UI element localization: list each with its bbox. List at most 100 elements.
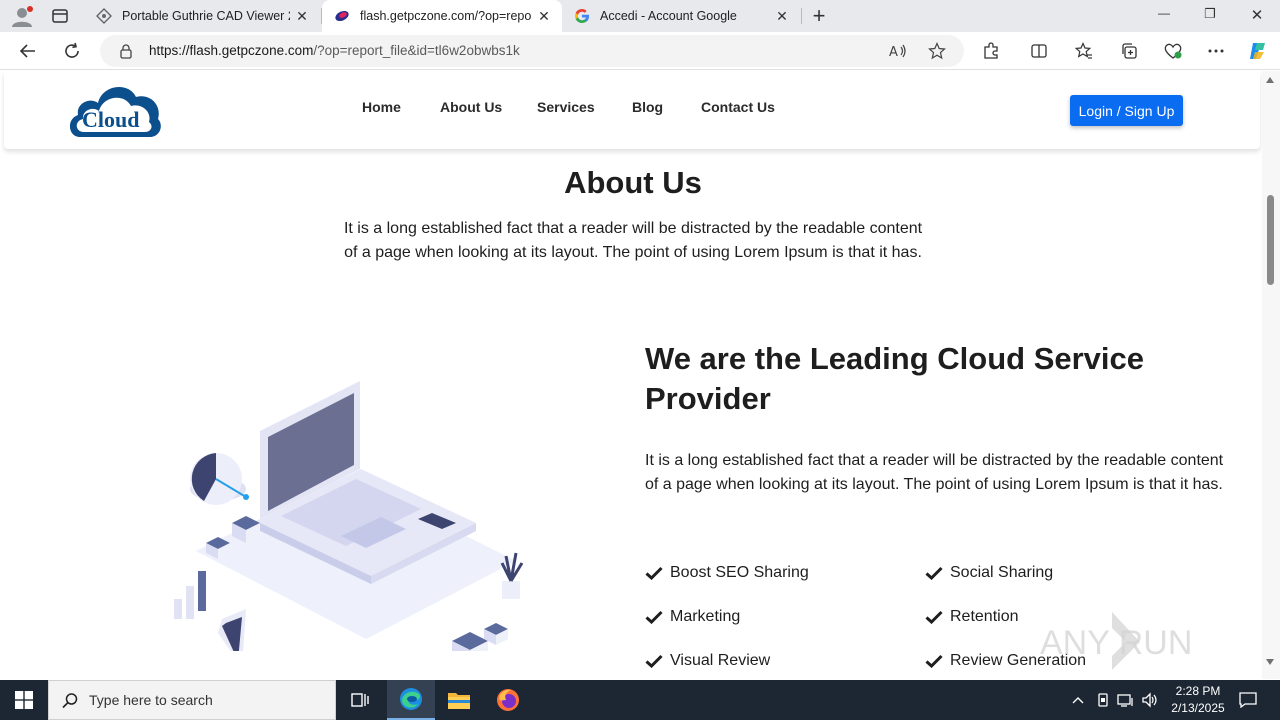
- taskbar-search[interactable]: Type here to search: [48, 680, 336, 720]
- feature-item: Boost SEO Sharing: [645, 561, 809, 585]
- network-icon[interactable]: [1116, 690, 1136, 710]
- split-screen-icon: [1031, 44, 1047, 58]
- favorites-icon: [1075, 42, 1092, 59]
- google-icon: [575, 9, 589, 23]
- nav-blog[interactable]: Blog: [632, 99, 663, 115]
- task-view-icon: [351, 693, 369, 707]
- close-tab-icon[interactable]: ✕: [532, 8, 556, 25]
- about-text: It is a long established fact that a rea…: [343, 220, 923, 261]
- cloud-logo-icon: Cloud: [69, 86, 161, 137]
- feature-label: Retention: [950, 608, 1019, 625]
- page-favicon-icon: [96, 8, 112, 24]
- refresh-button[interactable]: [60, 39, 84, 63]
- notification-icon[interactable]: [1238, 690, 1258, 710]
- favorites-button[interactable]: [1072, 39, 1096, 63]
- taskbar-file-explorer[interactable]: [435, 680, 483, 720]
- login-signup-button[interactable]: Login / Sign Up: [1070, 95, 1183, 126]
- checkmark-icon: [645, 654, 663, 668]
- taskbar-firefox[interactable]: [484, 680, 532, 720]
- volume-icon[interactable]: [1140, 690, 1160, 710]
- tab-title: Accedi - Account Google: [600, 9, 737, 23]
- about-title: About Us: [564, 165, 702, 200]
- feature-label: Social Sharing: [950, 564, 1054, 581]
- profile-icon[interactable]: [10, 6, 34, 28]
- checkmark-icon: [645, 610, 663, 624]
- feature-item: Social Sharing: [925, 561, 1053, 585]
- puzzle-icon: [984, 42, 998, 59]
- taskbar-edge[interactable]: [387, 680, 435, 720]
- browser-essentials-button[interactable]: [1161, 39, 1185, 63]
- url-path: /?op=report_file&id=tl6w2obwbs1k: [313, 43, 520, 58]
- watermark-text: ANY RUN: [1040, 624, 1192, 662]
- logo-text: Cloud: [82, 107, 139, 132]
- anyrun-watermark: ANY RUN: [1040, 612, 1192, 670]
- favorite-star-icon[interactable]: [928, 42, 946, 60]
- tab-google-account[interactable]: Accedi - Account Google ✕: [562, 0, 800, 32]
- tab-title: Portable Guthrie CAD Viewer 202: [122, 9, 290, 23]
- lead-text: It is a long established fact that a rea…: [645, 452, 1224, 493]
- laptop-illustration: [156, 371, 536, 675]
- svg-text:A: A: [889, 45, 898, 60]
- site-header: Cloud Home About Us Services Blog Contac…: [4, 71, 1260, 149]
- tab-actions-icon[interactable]: [50, 6, 70, 26]
- nav-about-us[interactable]: About Us: [440, 99, 502, 115]
- nav-services[interactable]: Services: [537, 99, 595, 115]
- tray-overflow-chevron-icon[interactable]: [1068, 690, 1088, 710]
- tab-guthrie[interactable]: Portable Guthrie CAD Viewer 202 ✕: [84, 0, 320, 32]
- back-button[interactable]: [16, 39, 40, 63]
- copilot-button[interactable]: [1246, 39, 1270, 63]
- feature-item: Visual Review: [645, 649, 770, 673]
- checkmark-icon: [925, 610, 943, 624]
- settings-more-button[interactable]: [1204, 39, 1228, 63]
- copilot-icon: [1250, 43, 1265, 59]
- folder-icon: [448, 693, 470, 709]
- heartbeat-icon: [1164, 43, 1182, 59]
- close-tab-icon[interactable]: ✕: [290, 8, 314, 25]
- windows-logo-icon: [15, 691, 33, 709]
- getpczone-favicon-icon: [335, 10, 349, 22]
- close-tab-icon[interactable]: ✕: [770, 8, 794, 25]
- task-view-button[interactable]: [336, 680, 384, 720]
- checkmark-icon: [925, 566, 943, 580]
- read-aloud-icon[interactable]: A: [888, 42, 908, 60]
- address-bar-row: https://flash.getpczone.com/?op=report_f…: [0, 32, 1280, 70]
- more-dots-icon: [1208, 49, 1224, 53]
- windows-taskbar: Type here to search 2:28 PM 2/13/2025: [0, 680, 1280, 720]
- tab-getpczone[interactable]: flash.getpczone.com/?op=report ✕: [322, 0, 562, 32]
- cloud-logo[interactable]: Cloud: [66, 79, 164, 141]
- lock-icon[interactable]: [118, 43, 134, 59]
- lead-title: We are the Leading Cloud Service Provide…: [645, 341, 1145, 416]
- search-placeholder: Type here to search: [89, 692, 213, 708]
- edge-icon: [400, 688, 422, 710]
- url-host: https://flash.getpczone.com: [149, 43, 314, 58]
- url-field[interactable]: https://flash.getpczone.com/?op=report_f…: [100, 35, 964, 67]
- web-page: Cloud Home About Us Services Blog Contac…: [0, 71, 1262, 679]
- restore-button[interactable]: ❐: [1192, 6, 1228, 26]
- collections-icon: [1122, 43, 1137, 59]
- system-clock[interactable]: 2:28 PM 2/13/2025: [1163, 683, 1233, 717]
- feature-item: Marketing: [645, 605, 740, 629]
- start-button[interactable]: [0, 680, 48, 720]
- tab-title: flash.getpczone.com/?op=report: [360, 9, 532, 23]
- extensions-button[interactable]: [979, 39, 1003, 63]
- close-window-button[interactable]: ✕: [1239, 6, 1275, 26]
- feature-label: Boost SEO Sharing: [670, 564, 809, 581]
- feature-label: Visual Review: [670, 652, 771, 669]
- tray-device-icon[interactable]: [1093, 690, 1113, 710]
- nav-contact-us[interactable]: Contact Us: [701, 99, 775, 115]
- url-text: https://flash.getpczone.com/?op=report_f…: [149, 43, 520, 58]
- scroll-up-arrow-icon[interactable]: [1266, 77, 1274, 83]
- split-screen-button[interactable]: [1027, 39, 1051, 63]
- page-scrollbar[interactable]: [1262, 71, 1280, 679]
- checkmark-icon: [645, 566, 663, 580]
- clock-time: 2:28 PM: [1175, 684, 1221, 698]
- arrow-left-icon: [19, 44, 35, 58]
- collections-button[interactable]: [1117, 39, 1141, 63]
- refresh-icon: [65, 42, 79, 58]
- feature-item: Retention: [925, 605, 1019, 629]
- minimize-button[interactable]: —: [1146, 6, 1182, 26]
- scroll-down-arrow-icon[interactable]: [1266, 659, 1274, 665]
- scrollbar-thumb[interactable]: [1267, 195, 1274, 285]
- nav-home[interactable]: Home: [362, 99, 401, 115]
- new-tab-button[interactable]: +: [808, 2, 830, 30]
